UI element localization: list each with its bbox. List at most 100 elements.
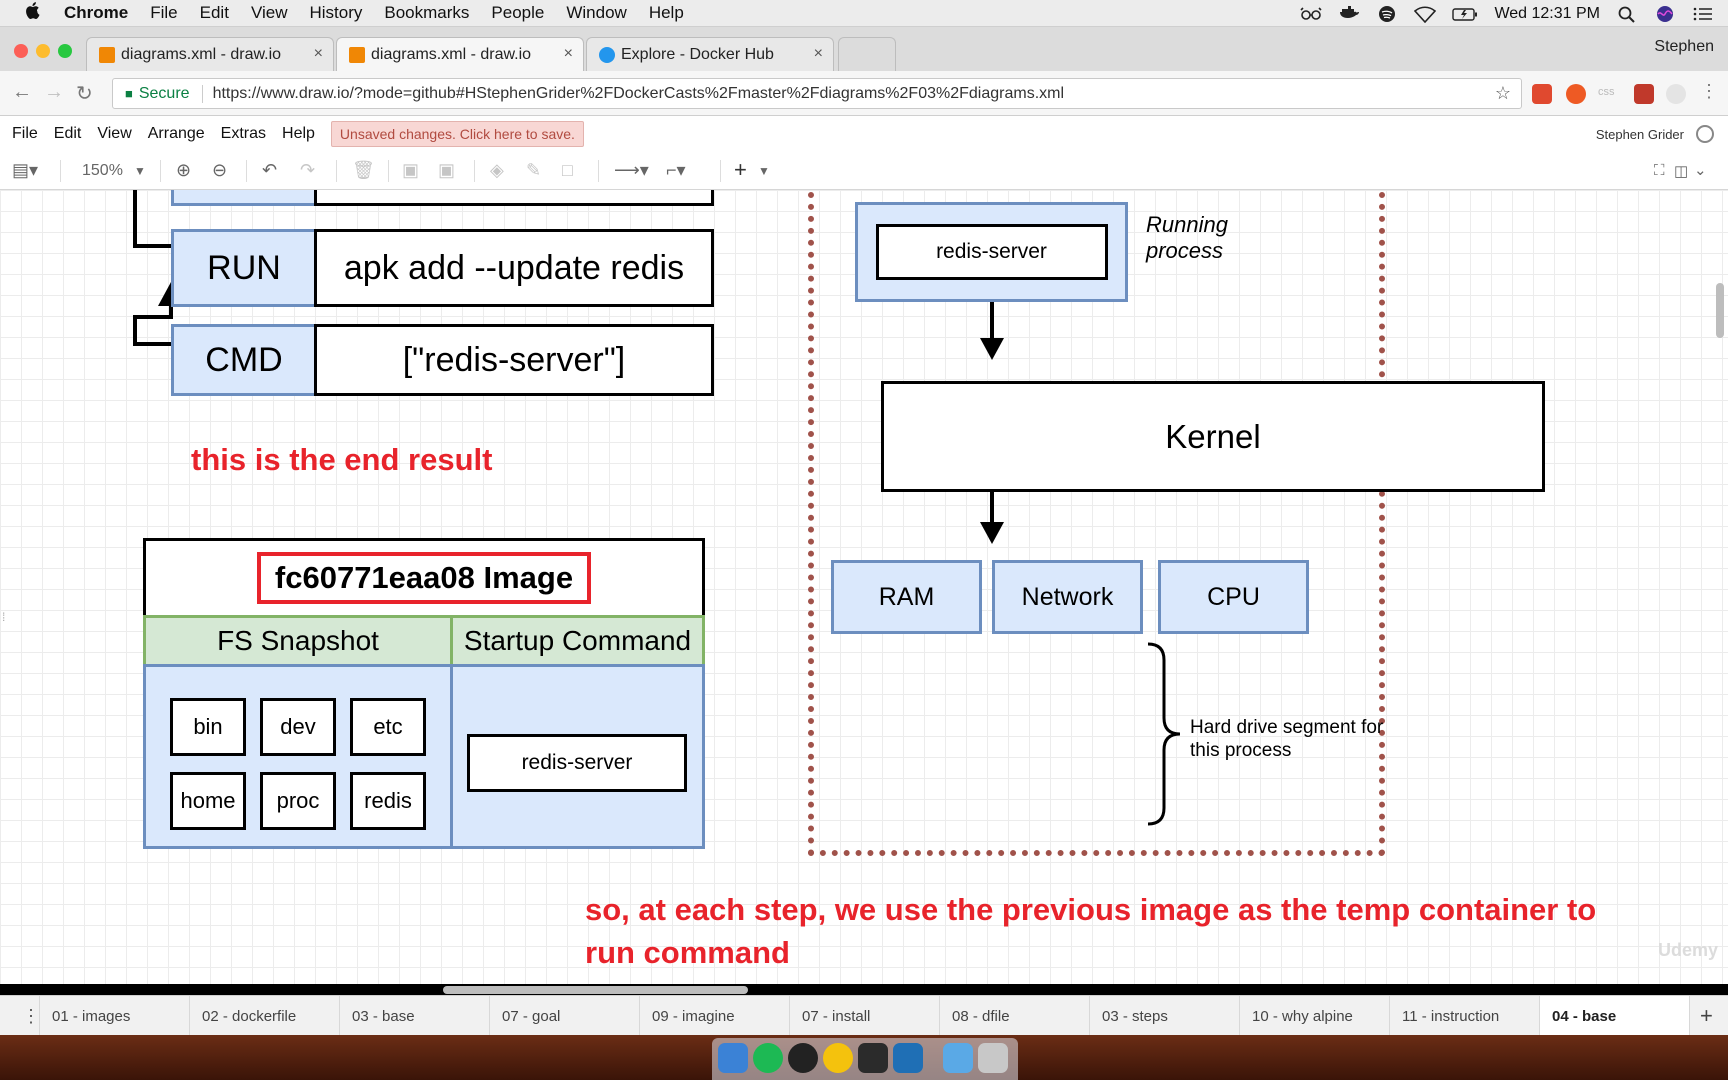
running-process-box[interactable]: redis-server [855,202,1128,302]
obs-icon[interactable] [788,1043,818,1073]
drawio-menu-help[interactable]: Help [282,125,315,143]
menu-file[interactable]: File [150,3,177,23]
forward-icon[interactable]: → [44,81,64,104]
reload-icon[interactable]: ↻ [76,81,93,106]
image-header-box[interactable]: fc60771eaa08 Image [143,538,705,618]
page-tab[interactable]: 02 - dockerfile [190,996,340,1036]
prev-instruction-value-box[interactable] [314,190,714,206]
page-tab[interactable]: 07 - install [790,996,940,1036]
menu-history[interactable]: History [309,3,362,23]
zoom-window-button[interactable] [58,44,72,58]
vertical-scrollbar[interactable] [1716,283,1724,338]
css-extension-icon[interactable]: css [1598,86,1618,106]
tab-close-icon[interactable]: × [814,45,823,63]
folder-icon[interactable] [943,1043,973,1073]
insert-plus-icon[interactable]: + [734,157,747,183]
page-tab[interactable]: 10 - why alpine [1240,996,1390,1036]
user-name[interactable]: Stephen Grider [1596,127,1684,142]
horizontal-scrollbar[interactable] [443,986,748,994]
redis-server-process[interactable]: redis-server [875,224,1108,280]
end-result-note[interactable]: this is the end result [191,442,492,478]
kernel-box[interactable]: Kernel [881,381,1545,492]
zoom-dropdown-icon[interactable]: ▼ [134,164,146,178]
close-window-button[interactable] [14,44,28,58]
format-panel-icon[interactable]: ▤▾ [12,160,38,181]
finder-icon[interactable] [718,1043,748,1073]
zoom-level-select[interactable]: 150% [82,162,123,180]
pages-menu-icon[interactable]: ⋮ [10,996,40,1036]
spotify-icon[interactable] [753,1043,783,1073]
minimize-window-button[interactable] [36,44,50,58]
cmd-value-box[interactable]: ["redis-server"] [314,324,714,396]
tab-close-icon[interactable]: × [564,45,573,63]
to-back-icon[interactable]: ▣ [438,160,455,181]
page-tab[interactable]: 09 - imagine [640,996,790,1036]
zoom-in-icon[interactable]: ⊕ [176,160,191,181]
menu-help[interactable]: Help [649,3,684,23]
extension-icon-1[interactable] [1532,84,1552,104]
unsaved-changes-banner[interactable]: Unsaved changes. Click here to save. [330,121,584,147]
redo-icon[interactable]: ↷ [300,160,315,181]
cpu-box[interactable]: CPU [1158,560,1309,634]
url-text[interactable]: https://www.draw.io/?mode=github#HStephe… [213,85,1064,103]
network-box[interactable]: Network [992,560,1143,634]
extension-icon-3[interactable] [1634,84,1654,104]
zoom-out-icon[interactable]: ⊖ [212,160,227,181]
cmd-label-box[interactable]: CMD [171,324,317,396]
page-tab[interactable]: 01 - images [40,996,190,1036]
back-icon[interactable]: ← [12,81,32,104]
url-field[interactable]: ■ Secure https://www.draw.io/?mode=githu… [112,78,1522,109]
diagram-canvas[interactable]: RUN apk add --update redis CMD ["redis-s… [0,190,1728,984]
fs-snapshot-header[interactable]: FS Snapshot [143,615,453,667]
folder-box[interactable]: dev [260,698,336,756]
language-globe-icon[interactable] [1696,125,1714,143]
page-tab[interactable]: 11 - instruction [1390,996,1540,1036]
extension-icon-4[interactable] [1666,84,1686,104]
previous-image-note[interactable]: so, at each step, we use the previous im… [585,888,1625,974]
app-menu[interactable]: Chrome [64,3,128,23]
run-value-box[interactable]: apk add --update redis [314,229,714,307]
menu-people[interactable]: People [491,3,544,23]
add-page-icon[interactable]: + [1690,996,1728,1036]
prev-instruction-label-box[interactable] [171,190,317,206]
drawio-menu-edit[interactable]: Edit [54,125,82,143]
menu-clock[interactable]: Wed 12:31 PM [1494,5,1600,23]
folder-box[interactable]: bin [170,698,246,756]
delete-icon[interactable]: 🗑 [352,160,375,181]
chrome-icon[interactable] [823,1043,853,1073]
siri-icon[interactable] [1654,5,1676,23]
spotify-tray-icon[interactable] [1376,5,1398,23]
menu-edit[interactable]: Edit [200,3,229,23]
bookmark-star-icon[interactable]: ☆ [1495,83,1511,104]
page-tab-active[interactable]: 04 - base [1540,996,1690,1036]
new-tab-button[interactable] [838,37,896,71]
vscode-icon[interactable] [893,1043,923,1073]
docker-whale-icon[interactable] [1338,5,1360,23]
page-tab[interactable]: 07 - goal [490,996,640,1036]
spotlight-search-icon[interactable] [1616,5,1638,23]
menu-window[interactable]: Window [566,3,626,23]
menu-bookmarks[interactable]: Bookmarks [384,3,469,23]
connection-style-icon[interactable]: ⟶▾ [614,160,649,181]
apple-menu-icon[interactable] [24,1,44,25]
run-label-box[interactable]: RUN [171,229,317,307]
battery-icon[interactable] [1452,5,1478,23]
folder-box[interactable]: etc [350,698,426,756]
page-tab[interactable]: 08 - dfile [940,996,1090,1036]
chrome-menu-icon[interactable]: ⋮ [1700,81,1718,102]
drawio-menu-arrange[interactable]: Arrange [148,125,205,143]
startup-command-box[interactable]: redis-server [467,734,687,792]
notification-center-icon[interactable] [1692,5,1714,23]
page-tab[interactable]: 03 - base [340,996,490,1036]
drawio-menu-view[interactable]: View [97,125,131,143]
undo-icon[interactable]: ↶ [262,160,277,181]
tab-drawio-1[interactable]: diagrams.xml - draw.io × [86,37,334,71]
fullscreen-icon[interactable]: ⛶ [1654,162,1665,179]
glasses-icon[interactable] [1300,5,1323,23]
wifi-icon[interactable] [1414,5,1437,23]
trash-icon[interactable] [978,1043,1008,1073]
shadow-icon[interactable]: □ [562,160,573,181]
line-color-icon[interactable]: ✎ [526,160,541,181]
startup-command-header[interactable]: Startup Command [450,615,705,667]
collapse-icon[interactable]: ⌄ [1694,161,1707,179]
